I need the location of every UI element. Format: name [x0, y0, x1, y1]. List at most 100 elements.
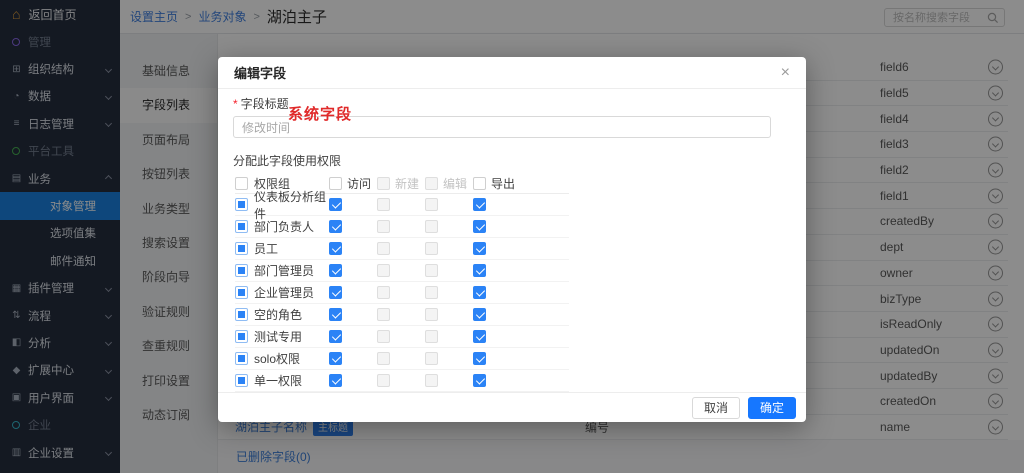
checkbox-disabled	[377, 308, 390, 321]
modal-title: 编辑字段	[234, 63, 286, 82]
permission-row: 部门管理员	[235, 260, 569, 282]
permission-cell	[473, 198, 521, 211]
checkbox-disabled	[425, 286, 438, 299]
permission-cell	[425, 242, 473, 255]
permission-cell	[329, 220, 377, 233]
close-icon[interactable]: ×	[781, 65, 790, 81]
permission-table: 权限组访问新建编辑导出仪表板分析组件部门负责人员工部门管理员企业管理员空的角色测…	[233, 174, 569, 392]
checkbox-disabled	[425, 308, 438, 321]
permission-cell	[425, 198, 473, 211]
checkbox-group-indeterminate[interactable]	[235, 220, 248, 233]
checkbox-checked[interactable]	[329, 286, 342, 299]
permission-col-header: 访问	[329, 175, 377, 192]
permission-row: 单一权限	[235, 370, 569, 392]
checkbox-group-indeterminate[interactable]	[235, 242, 248, 255]
permission-cell	[425, 220, 473, 233]
checkbox-group-all[interactable]	[235, 177, 248, 190]
checkbox-checked[interactable]	[473, 220, 486, 233]
required-asterisk: *	[233, 97, 238, 111]
permission-cell	[329, 286, 377, 299]
permission-cell	[329, 308, 377, 321]
permission-row: 测试专用	[235, 326, 569, 348]
edit-field-modal: 编辑字段 × *字段标题 系统字段 分配此字段使用权限 权限组访问新建编辑导出仪…	[218, 57, 806, 422]
checkbox-checked[interactable]	[329, 374, 342, 387]
permission-col-label: 新建	[395, 175, 419, 192]
checkbox-disabled	[425, 242, 438, 255]
permission-col-header: 导出	[473, 175, 521, 192]
checkbox-checked[interactable]	[473, 352, 486, 365]
permission-cell	[473, 264, 521, 277]
checkbox-group-indeterminate[interactable]	[235, 286, 248, 299]
checkbox-checked[interactable]	[329, 264, 342, 277]
checkbox-disabled	[425, 374, 438, 387]
permission-group-cell: 部门负责人	[235, 218, 329, 235]
checkbox-checked[interactable]	[473, 308, 486, 321]
permission-cell	[329, 374, 377, 387]
permission-group-name: 企业管理员	[254, 284, 314, 301]
checkbox-disabled	[377, 242, 390, 255]
permission-cell	[425, 264, 473, 277]
permission-cell	[377, 264, 425, 277]
permission-cell	[377, 242, 425, 255]
permission-cell	[329, 264, 377, 277]
permission-cell	[329, 352, 377, 365]
permission-cell	[473, 242, 521, 255]
checkbox-disabled	[425, 264, 438, 277]
permission-cell	[329, 198, 377, 211]
checkbox-checked[interactable]	[473, 374, 486, 387]
checkbox-group-indeterminate[interactable]	[235, 264, 248, 277]
permission-group-name: 单一权限	[254, 372, 302, 389]
checkbox-disabled	[425, 352, 438, 365]
permission-row: 员工	[235, 238, 569, 260]
checkbox-checked[interactable]	[329, 352, 342, 365]
checkbox-col-3[interactable]	[473, 177, 486, 190]
permission-cell	[473, 374, 521, 387]
permission-col-header: 编辑	[425, 175, 473, 192]
checkbox-disabled	[377, 330, 390, 343]
permission-cell	[425, 352, 473, 365]
permission-cell	[473, 286, 521, 299]
checkbox-disabled	[377, 220, 390, 233]
permission-row: 空的角色	[235, 304, 569, 326]
checkbox-checked[interactable]	[329, 308, 342, 321]
permission-cell	[329, 242, 377, 255]
permission-cell	[473, 308, 521, 321]
checkbox-group-indeterminate[interactable]	[235, 374, 248, 387]
permission-group-cell: 空的角色	[235, 306, 329, 323]
permission-cell	[473, 352, 521, 365]
checkbox-checked[interactable]	[473, 330, 486, 343]
checkbox-group-indeterminate[interactable]	[235, 308, 248, 321]
permission-cell	[425, 330, 473, 343]
checkbox-disabled	[377, 286, 390, 299]
checkbox-group-indeterminate[interactable]	[235, 330, 248, 343]
checkbox-checked[interactable]	[473, 242, 486, 255]
checkbox-checked[interactable]	[329, 330, 342, 343]
permission-row: 部门负责人	[235, 216, 569, 238]
permission-row: 企业管理员	[235, 282, 569, 304]
checkbox-checked[interactable]	[473, 264, 486, 277]
checkbox-checked[interactable]	[329, 220, 342, 233]
permission-cell	[377, 198, 425, 211]
permission-group-name: 部门管理员	[254, 262, 314, 279]
checkbox-group-indeterminate[interactable]	[235, 198, 248, 211]
cancel-button[interactable]: 取消	[692, 397, 740, 419]
permission-group-cell: 单一权限	[235, 372, 329, 389]
checkbox-checked[interactable]	[329, 198, 342, 211]
checkbox-col-1	[377, 177, 390, 190]
checkbox-checked[interactable]	[329, 242, 342, 255]
permission-row: 仪表板分析组件	[235, 194, 569, 216]
checkbox-disabled	[377, 264, 390, 277]
permission-group-name: 部门负责人	[254, 218, 314, 235]
permission-group-name: 员工	[254, 240, 278, 257]
permission-group-cell: 测试专用	[235, 328, 329, 345]
modal-header: 编辑字段 ×	[218, 57, 806, 89]
checkbox-group-indeterminate[interactable]	[235, 352, 248, 365]
permission-row: solo权限	[235, 348, 569, 370]
permission-cell	[425, 374, 473, 387]
checkbox-checked[interactable]	[473, 286, 486, 299]
checkbox-col-0[interactable]	[329, 177, 342, 190]
checkbox-checked[interactable]	[473, 198, 486, 211]
checkbox-disabled	[377, 198, 390, 211]
permission-group-cell: 仪表板分析组件	[235, 188, 329, 222]
ok-button[interactable]: 确定	[748, 397, 796, 419]
